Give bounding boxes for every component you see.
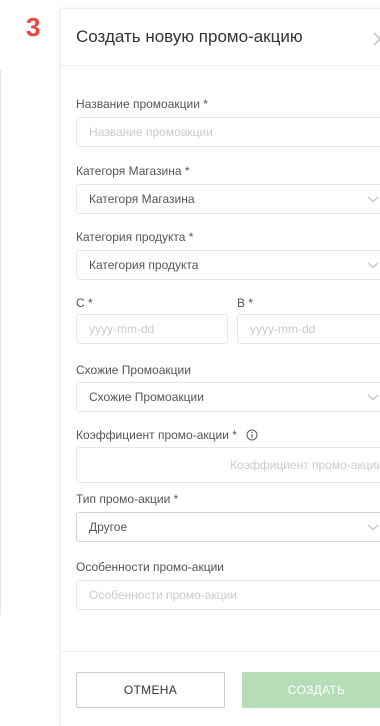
promo-name-placeholder: Название промоакции — [89, 125, 213, 139]
background-page — [0, 0, 60, 725]
promo-type-label: Тип промо-акции * — [76, 492, 179, 506]
promo-name-label: Название промоакции * — [76, 97, 208, 111]
chevron-down-icon — [367, 196, 379, 203]
step-number-badge: 3 — [26, 12, 41, 42]
similar-promos-select[interactable]: Схожие Промоакции — [76, 382, 380, 412]
product-category-value: Категория продукта — [89, 258, 199, 272]
store-category-label: Категоря Магазина * — [76, 164, 190, 178]
chevron-down-icon — [367, 262, 379, 269]
header-divider — [61, 65, 380, 66]
chevron-down-icon — [367, 524, 379, 531]
product-category-select[interactable]: Категория продукта — [76, 250, 380, 280]
date-to-label: В * — [237, 296, 254, 310]
create-button[interactable]: СОЗДАТЬ — [242, 672, 380, 708]
promo-coefficient-label: Коэффициент промо-акции * — [76, 428, 258, 442]
date-from-placeholder: yyyy-mm-dd — [89, 322, 155, 336]
promo-type-value: Другое — [89, 520, 128, 534]
store-category-value: Категоря Магазина — [89, 192, 195, 206]
modal-title: Создать новую промо-акцию — [76, 27, 303, 46]
promo-features-label: Особенности промо-акции — [76, 560, 224, 574]
promo-features-input[interactable]: Особенности промо-акции — [76, 580, 380, 610]
close-icon[interactable] — [370, 29, 380, 49]
promo-features-placeholder: Особенности промо-акции — [89, 588, 237, 602]
similar-promos-label: Схожие Промоакции — [76, 363, 191, 377]
chevron-down-icon — [367, 394, 379, 401]
similar-promos-value: Схожие Промоакции — [89, 390, 204, 404]
promo-coefficient-input[interactable]: Коэффициент промо-акции — [76, 447, 380, 483]
date-from-input[interactable]: yyyy-mm-dd — [76, 314, 228, 344]
background-divider — [0, 70, 1, 615]
promo-coefficient-placeholder: Коэффициент промо-акции — [230, 458, 380, 472]
store-category-select[interactable]: Категоря Магазина — [76, 184, 380, 214]
promo-type-select[interactable]: Другое — [76, 512, 380, 542]
info-icon[interactable] — [246, 429, 258, 441]
create-promo-modal: Создать новую промо-акцию Название промо… — [60, 8, 380, 726]
promo-name-input[interactable]: Название промоакции — [76, 117, 380, 147]
date-from-label: С * — [76, 296, 93, 310]
promo-coefficient-label-text: Коэффициент промо-акции * — [76, 428, 237, 442]
date-to-placeholder: yyyy-mm-dd — [250, 322, 316, 336]
date-to-input[interactable]: yyyy-mm-dd — [237, 314, 380, 344]
footer-divider — [61, 651, 380, 652]
product-category-label: Категория продукта * — [76, 230, 194, 244]
cancel-button[interactable]: ОТМЕНА — [76, 672, 225, 708]
